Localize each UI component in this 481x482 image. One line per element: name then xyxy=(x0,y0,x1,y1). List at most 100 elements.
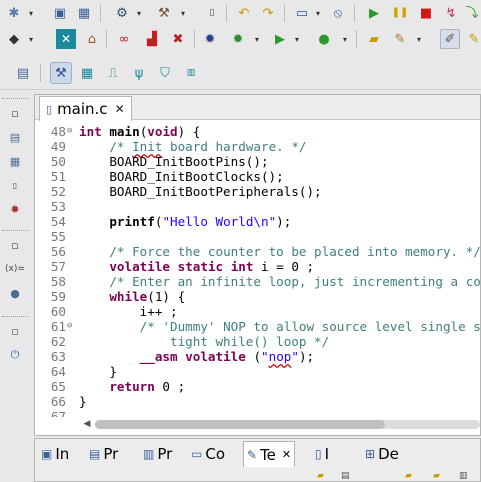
bug-icon[interactable]: ✹ xyxy=(200,29,220,49)
power-icon[interactable]: ⏻ xyxy=(5,345,25,365)
terminate-icon[interactable]: ■ xyxy=(416,3,436,23)
terminal-dropdown-icon[interactable]: ▾ xyxy=(313,3,323,23)
secondary-toolbar: ◆ ▾ ✕ ⌂ ∞ ▟ ✖ ✹ ✹ ▾ ▶ ▾ ● ▾ ▰ ✎ ▾ ✐ ✎ xyxy=(0,26,481,52)
display-console-icon[interactable]: ▰ xyxy=(433,471,449,481)
mcu-icon[interactable]: ✕ xyxy=(56,29,76,49)
variables-icon[interactable]: (x)= xyxy=(5,259,25,279)
annotation-icon[interactable]: ✎ xyxy=(464,29,481,49)
registers-icon[interactable]: ▯ xyxy=(5,175,25,195)
disconnect-icon[interactable]: ↯ xyxy=(441,3,461,23)
pencil-icon[interactable]: ✎ xyxy=(390,29,410,49)
code-line[interactable]: 60 i++ ; xyxy=(35,304,480,319)
code-line[interactable]: 63 __asm volatile ("nop"); xyxy=(35,349,480,364)
close-icon[interactable]: ✕ xyxy=(282,448,291,461)
binary-icon[interactable]: ▯ xyxy=(202,3,222,23)
run-dropdown-icon[interactable]: ▾ xyxy=(292,29,302,49)
fold-toggle-icon[interactable]: ⊖ xyxy=(67,124,75,139)
code-line[interactable]: 65 return 0 ; xyxy=(35,379,480,394)
develop-perspective-icon[interactable]: ⚒ xyxy=(50,62,72,84)
build-dropdown-icon[interactable]: ▾ xyxy=(178,3,188,23)
debug-dropdown-icon[interactable]: ▾ xyxy=(252,29,262,49)
external-tools-dropdown-icon[interactable]: ▾ xyxy=(340,29,350,49)
build-icon[interactable]: ⚒ xyxy=(154,3,174,23)
close-icon[interactable]: ✕ xyxy=(115,102,125,116)
code-line[interactable]: 48 ⊖ int main(void) { xyxy=(35,124,480,139)
open-perspective-icon[interactable]: ▤ xyxy=(12,62,34,84)
bottom-tab[interactable]: ⊞ De xyxy=(365,441,399,467)
pencil-dropdown-icon[interactable]: ▾ xyxy=(414,29,424,49)
code-editor[interactable]: 48 ⊖ int main(void) {49 /* Init board hard… xyxy=(35,123,480,417)
console-menu-icon[interactable]: ▥ xyxy=(459,471,475,481)
peripherals-perspective-icon[interactable]: ψ xyxy=(128,62,150,84)
new-dropdown-icon[interactable]: ▾ xyxy=(26,3,36,23)
remove-icon[interactable]: ✖ xyxy=(168,29,188,49)
skip-breakpoints-icon[interactable]: ⦸ xyxy=(328,3,348,23)
new-icon[interactable]: ✱ xyxy=(4,3,24,23)
line-number: 63 xyxy=(50,349,66,364)
scroll-thumb[interactable] xyxy=(95,420,385,429)
console-options-icon[interactable]: ▤ xyxy=(341,471,357,481)
code-line[interactable]: 57 volatile static int i = 0 ; xyxy=(35,259,480,274)
link-icon[interactable]: ∞ xyxy=(114,29,134,49)
clear-console-icon[interactable]: ▰ xyxy=(317,471,333,481)
code-line[interactable]: 51 BOARD_InitBootClocks(); xyxy=(35,169,480,184)
code-line[interactable]: 59 while(1) { xyxy=(35,289,480,304)
code-line[interactable]: 52 BOARD_InitBootPeripherals(); xyxy=(35,184,480,199)
debug-config-icon[interactable]: ◆ xyxy=(4,29,24,49)
code-line[interactable]: 58 /* Enter an infinite loop, just incre… xyxy=(35,274,480,289)
code-line[interactable]: 54 printf("Hello World\n"); xyxy=(35,214,480,229)
project-explorer-icon[interactable]: ▤ xyxy=(5,127,25,147)
tee-perspective-icon[interactable]: ⛉ xyxy=(154,62,176,84)
save-all-icon[interactable]: ▦ xyxy=(74,3,94,23)
code-text: BOARD_InitBootPeripherals(); xyxy=(79,184,322,199)
bottom-tab[interactable]: ▭ Co xyxy=(191,441,225,467)
edit-icon[interactable]: ✐ xyxy=(440,29,460,49)
bottom-tab[interactable]: ▥ Pr xyxy=(143,441,172,467)
code-line[interactable]: 53 xyxy=(35,199,480,214)
bottom-tab[interactable]: ▤ Pr xyxy=(89,441,118,467)
project-settings-dropdown-icon[interactable]: ▾ xyxy=(134,3,144,23)
open-folder-icon[interactable]: ▰ xyxy=(364,29,384,49)
code-line[interactable]: 67 xyxy=(35,409,480,417)
probe-icon[interactable]: ▟ xyxy=(142,29,162,49)
breakpoints-icon[interactable]: ● xyxy=(5,283,25,303)
code-line[interactable]: 50 BOARD_InitBootPins(); xyxy=(35,154,480,169)
outline-icon[interactable]: ▦ xyxy=(5,151,25,171)
step-into-icon[interactable]: ⤵ xyxy=(462,3,481,23)
home-icon[interactable]: ⌂ xyxy=(82,29,102,49)
restore-icon[interactable]: ▫ xyxy=(5,235,25,255)
scroll-left-icon[interactable]: ◀ xyxy=(81,417,93,431)
save-icon[interactable]: ▣ xyxy=(50,3,70,23)
code-line[interactable]: 55 xyxy=(35,229,480,244)
project-settings-icon[interactable]: ⚙ xyxy=(112,3,132,23)
run-icon[interactable]: ▶ xyxy=(270,29,290,49)
undo-icon[interactable]: ↶ xyxy=(234,3,254,23)
resume-icon[interactable]: ▶ xyxy=(364,3,384,23)
editor-tab-main-c[interactable]: ▯ main.c ✕ xyxy=(39,96,132,121)
fold-toggle-icon[interactable]: ⊖ xyxy=(67,319,75,334)
code-line[interactable]: 56 /* Force the counter to be placed int… xyxy=(35,244,480,259)
code-line[interactable]: 62 tight while() loop */ xyxy=(35,334,480,349)
debug-icon[interactable]: ✹ xyxy=(228,29,248,49)
clocks-perspective-icon[interactable]: ⎍ xyxy=(102,62,124,84)
code-line[interactable]: 49 /* Init board hardware. */ xyxy=(35,139,480,154)
horizontal-scrollbar[interactable]: ◀ xyxy=(81,417,480,431)
memory-perspective-icon[interactable]: ▥ xyxy=(180,62,202,84)
code-line[interactable]: 61 ⊖ /* 'Dummy' NOP to allow source level… xyxy=(35,319,480,334)
restore-icon[interactable]: ▫ xyxy=(5,321,25,341)
debug-view-icon[interactable]: ✹ xyxy=(5,199,25,219)
code-line[interactable]: 64 } xyxy=(35,364,480,379)
pins-perspective-icon[interactable]: ▦ xyxy=(76,62,98,84)
debug-config-dropdown-icon[interactable]: ▾ xyxy=(26,29,36,49)
redo-icon[interactable]: ↷ xyxy=(258,3,278,23)
external-tools-icon[interactable]: ● xyxy=(314,29,334,49)
code-line[interactable]: 66} xyxy=(35,394,480,409)
code-text: __asm volatile ("nop"); xyxy=(139,349,315,364)
pin-console-icon[interactable]: ▰ xyxy=(405,471,421,481)
bottom-tab[interactable]: ✎ Te ✕ xyxy=(243,441,296,467)
bottom-tab[interactable]: ▯ I xyxy=(315,441,329,467)
bottom-tab[interactable]: ▣ In xyxy=(41,441,69,467)
restore-icon[interactable]: ▫ xyxy=(5,103,25,123)
suspend-icon[interactable]: ❚❚ xyxy=(390,3,410,23)
terminal-icon[interactable]: ▭ xyxy=(292,3,312,23)
